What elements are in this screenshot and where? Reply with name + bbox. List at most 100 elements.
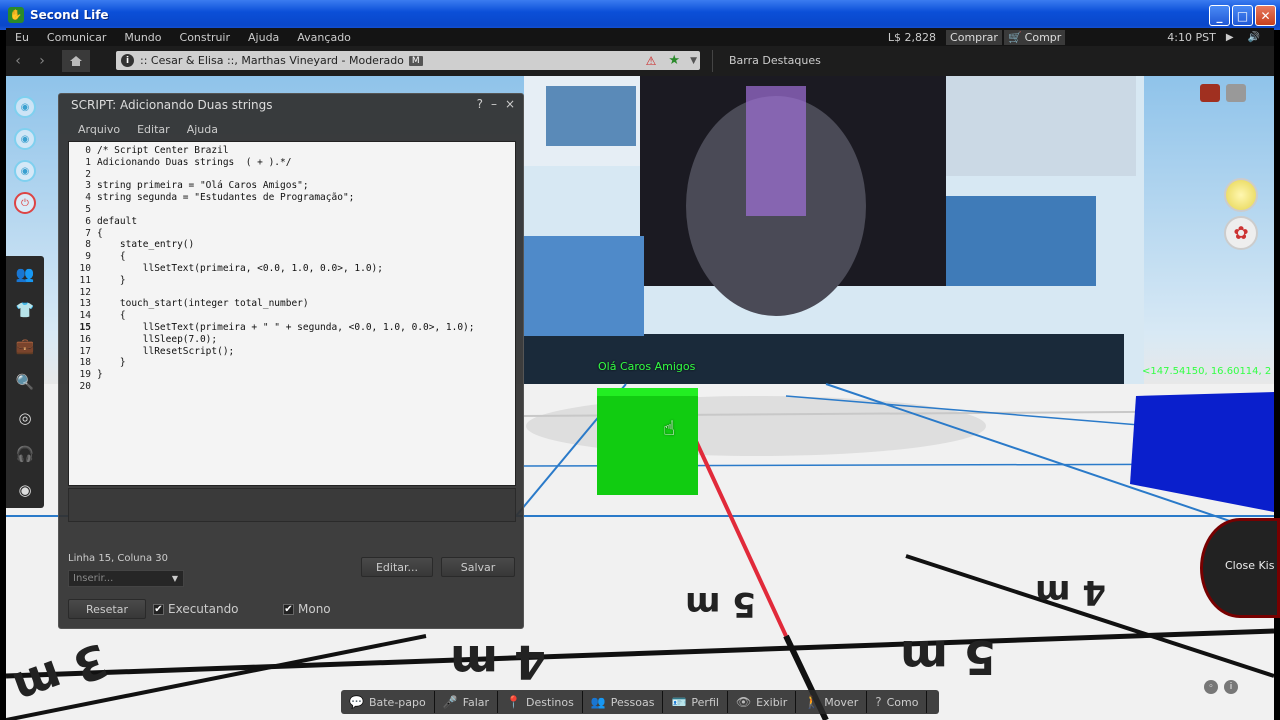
lightbulb-icon[interactable] (1224, 178, 1258, 212)
mono-checkbox[interactable]: ✔ Mono (283, 602, 331, 616)
running-label: Executando (168, 602, 239, 616)
code-line: 16 llSleep(7.0); (69, 334, 475, 346)
menu-construir[interactable]: Construir (171, 31, 240, 44)
globe-icon[interactable]: ✿ (1224, 216, 1258, 250)
window-title-bar[interactable]: ✋ Second Life _ □ ✕ (0, 0, 1280, 30)
line-number: 2 (85, 168, 91, 180)
back-arrow-icon[interactable]: ‹ (6, 50, 30, 72)
toggle-icon[interactable] (1226, 84, 1246, 102)
menu-arquivo[interactable]: Arquivo (78, 123, 120, 136)
cart-icon: 🛒 (1007, 30, 1022, 44)
home-icon (70, 56, 82, 66)
code-line: 7{ (69, 228, 475, 240)
bottom-button-label: Bate-papo (368, 695, 426, 709)
bottom-toolbar: 💬 Bate-papo 🎤 Falar 📍 Destinos 👥 Pessoas 🪪 Perfil… (341, 690, 939, 714)
line-number: 11 (79, 274, 91, 286)
chat-bubble-icon: 💬 (349, 695, 364, 709)
avatar-icon[interactable] (1200, 84, 1220, 102)
code-text: state_entry() (97, 239, 195, 251)
bottom-button-exibir[interactable]: 👁 Exibir (728, 691, 797, 713)
code-lines: 0 /* Script Center Brazil 1 Adicionando Dua… (69, 145, 475, 393)
inventory-suitcase-icon[interactable]: 💼 (6, 328, 44, 364)
buy-land-button[interactable]: 🛒 Compr (1003, 29, 1066, 45)
search-icon[interactable]: 🔍 (6, 364, 44, 400)
close-kisses-label: Close Kis (1225, 559, 1275, 572)
view-camera-icon[interactable]: ◉ (6, 472, 44, 508)
menu-mundo[interactable]: Mundo (115, 31, 170, 44)
save-button[interactable]: Salvar (441, 557, 515, 577)
hud-circle-icon[interactable]: ◉ (14, 160, 36, 182)
close-window-button[interactable]: ✕ (1255, 5, 1276, 26)
hud-circle-icon[interactable]: ◉ (14, 128, 36, 150)
second-life-hand-icon: ✋ (8, 7, 24, 23)
code-text: default (97, 215, 138, 227)
people-icon: 👥 (590, 695, 606, 709)
minimize-button[interactable]: _ (1209, 5, 1230, 26)
menu-eu[interactable]: Eu (6, 31, 38, 44)
bottom-button-destinos[interactable]: 📍 Destinos (498, 691, 583, 713)
map-pin-icon: 📍 (506, 695, 522, 709)
home-button[interactable] (62, 50, 90, 72)
menu-comunicar[interactable]: Comunicar (38, 31, 115, 44)
no-scripts-icon: ⚠ (645, 53, 657, 68)
menu-editar[interactable]: Editar (137, 123, 170, 136)
snapshot-camera-icon[interactable]: ◎ (6, 400, 44, 436)
maximize-button[interactable]: □ (1232, 5, 1253, 26)
edit-button[interactable]: Editar... (361, 557, 433, 577)
menu-avancado[interactable]: Avançado (288, 31, 360, 44)
line-number: 14 (79, 310, 91, 322)
line-number: 13 (79, 298, 91, 310)
clock: 4:10 PST (1167, 30, 1216, 44)
coordinates-text: <147.54150, 16.60114, 2 (1142, 366, 1272, 377)
insert-dropdown[interactable]: Inserir... ▼ (68, 570, 184, 587)
bottom-button-mover[interactable]: 🚶 Mover (796, 691, 868, 713)
linden-balance[interactable]: L$ 2,828 (888, 31, 936, 44)
menu-ajuda[interactable]: Ajuda (187, 123, 218, 136)
bottom-button-como[interactable]: ? Como (867, 691, 928, 713)
line-number: 15 (79, 321, 91, 333)
walking-person-icon: 🚶 (804, 695, 820, 709)
microphone-icon: 🎤 (442, 695, 458, 709)
bottom-button-pessoas[interactable]: 👥 Pessoas (583, 691, 664, 713)
voice-headset-icon[interactable]: 🎧 (6, 436, 44, 472)
menu-bar: Eu Comunicar Mundo Construir Ajuda Avanç… (6, 28, 1274, 46)
info-icon[interactable]: i (1224, 680, 1238, 694)
info-icon[interactable]: i (121, 54, 134, 67)
hud-circle-icon[interactable]: ◉ (14, 96, 36, 118)
reset-button[interactable]: Resetar (68, 599, 146, 619)
hud-power-icon[interactable]: ⏻ (14, 192, 36, 214)
code-line: 4 string segunda = "Estudantes de Program… (69, 192, 475, 204)
chevron-down-icon[interactable]: ▼ (690, 56, 697, 66)
bottom-button-label: Mover (824, 695, 859, 709)
running-checkbox[interactable]: ✔ Executando (153, 602, 239, 616)
menu-ajuda[interactable]: Ajuda (239, 31, 288, 44)
volume-icon[interactable]: 🔊 (1248, 32, 1260, 43)
script-editor-window[interactable]: SCRIPT: Adicionando Duas strings ? – × A… (58, 93, 524, 629)
bottom-button-perfil[interactable]: 🪪 Perfil (663, 691, 728, 713)
help-button[interactable]: ? (477, 97, 483, 111)
code-line: 9 { (69, 251, 475, 263)
divider (712, 50, 713, 72)
bottom-button-label: Falar (462, 695, 490, 709)
code-text: } (97, 274, 126, 286)
bottom-button-bate-papo[interactable]: 💬 Bate-papo (341, 691, 435, 713)
location-bar[interactable]: i :: Cesar & Elisa ::, Marthas Vineyard … (116, 51, 700, 70)
bottom-button-falar[interactable]: 🎤 Falar (435, 691, 499, 713)
code-text: llResetScript(); (97, 345, 235, 357)
minimize-icon[interactable]: – (491, 97, 497, 111)
settings-icon[interactable]: ◦ (1204, 680, 1218, 694)
forward-arrow-icon[interactable]: › (30, 50, 54, 72)
favorite-star-icon[interactable]: ★ (668, 53, 680, 68)
close-icon[interactable]: × (505, 97, 515, 111)
appearance-shirt-icon[interactable]: 👕 (6, 292, 44, 328)
code-line: 20 (69, 381, 475, 393)
code-editor[interactable]: 0 /* Script Center Brazil 1 Adicionando Dua… (68, 141, 516, 486)
code-text: touch_start(integer total_number) (97, 298, 309, 310)
close-kisses-hud[interactable]: Close Kis (1200, 518, 1280, 618)
code-text: { (97, 227, 103, 239)
play-media-icon[interactable]: ▶ (1226, 32, 1234, 43)
question-icon: ? (875, 695, 882, 709)
line-number: 0 (85, 145, 91, 156)
buy-currency-button[interactable]: Comprar (946, 29, 1002, 45)
people-icon[interactable]: 👥 (6, 256, 44, 292)
